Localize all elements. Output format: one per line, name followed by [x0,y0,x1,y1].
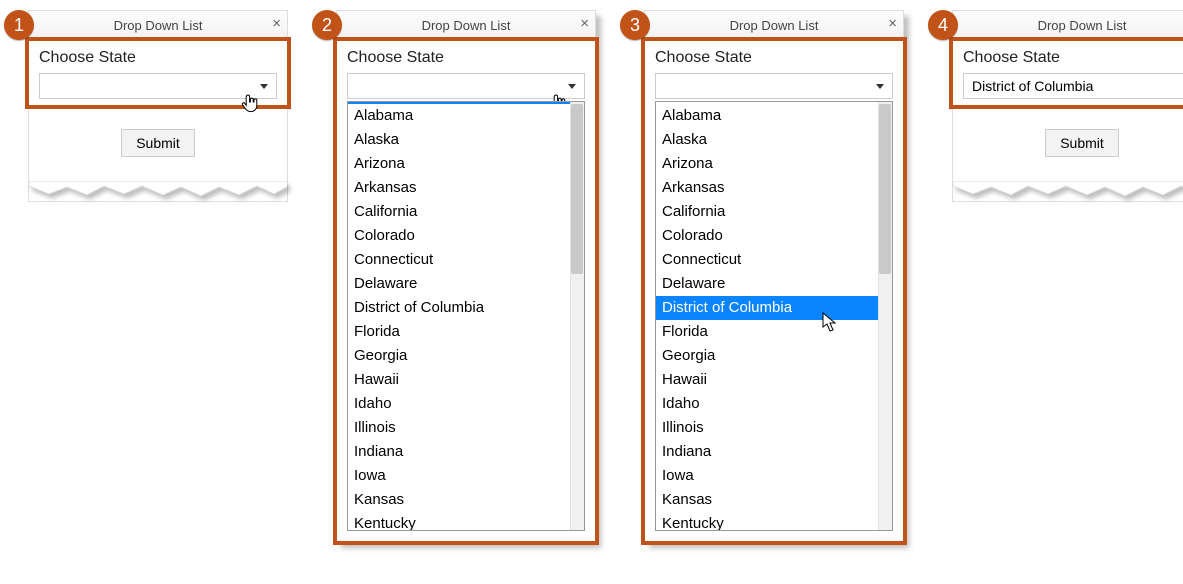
window-title: Drop Down List [1038,18,1127,33]
list-item[interactable]: Connecticut [656,248,892,272]
list-item[interactable]: Kansas [656,488,892,512]
panel-4: 4 Drop Down List × Choose State District… [934,10,1183,202]
list-item[interactable]: Idaho [656,392,892,416]
list-item[interactable]: Georgia [656,344,892,368]
state-dropdown[interactable] [347,73,585,99]
torn-edge [953,181,1183,201]
field-label: Choose State [39,49,277,67]
dropdown-listbox[interactable]: Alabama Alaska Arizona Arkansas Californ… [347,101,585,531]
list-item[interactable]: Illinois [348,416,584,440]
close-icon[interactable]: × [580,15,589,32]
dropdown-listbox[interactable]: Alabama Alaska Arizona Arkansas Californ… [655,101,893,531]
list-item[interactable]: California [348,200,584,224]
field-label: Choose State [347,49,585,67]
submit-button[interactable]: Submit [1045,129,1119,157]
list-item[interactable]: Idaho [348,392,584,416]
window: Drop Down List × Choose State Alabama Al… [644,10,904,542]
list-item[interactable]: Iowa [348,464,584,488]
list-item[interactable]: Arizona [348,152,584,176]
field-label: Choose State [655,49,893,67]
torn-edge [29,181,287,201]
panel-3: 3 Drop Down List × Choose State Alabama … [626,10,904,542]
list-item[interactable]: District of Columbia [348,296,584,320]
list-item[interactable]: Arkansas [656,176,892,200]
list-item[interactable]: Kentucky [656,512,892,531]
step-badge: 3 [620,10,650,40]
list-item[interactable]: Alaska [348,128,584,152]
scrollbar-track[interactable] [570,102,584,530]
state-dropdown[interactable] [39,73,277,99]
list-item[interactable]: Kentucky [348,512,584,531]
scrollbar-track[interactable] [878,102,892,530]
step-badge: 2 [312,10,342,40]
list-item[interactable]: Colorado [348,224,584,248]
field-label: Choose State [963,49,1183,67]
titlebar: Drop Down List × [29,11,287,41]
window: Drop Down List × Choose State Alabama Al… [336,10,596,542]
window-title: Drop Down List [422,18,511,33]
list-item[interactable]: California [656,200,892,224]
list-item[interactable]: Indiana [656,440,892,464]
list-item[interactable]: Colorado [656,224,892,248]
panel-1: 1 Drop Down List × Choose State Submit [10,10,288,202]
window-title: Drop Down List [114,18,203,33]
titlebar: Drop Down List × [337,11,595,41]
list-item[interactable]: Georgia [348,344,584,368]
state-dropdown[interactable]: District of Columbia [963,73,1183,99]
list-item[interactable]: Alabama [656,104,892,128]
window: Drop Down List × Choose State District o… [952,10,1183,202]
list-item[interactable]: Hawaii [348,368,584,392]
list-item[interactable]: Florida [348,320,584,344]
list-item[interactable]: District of Columbia [656,296,892,320]
list-item[interactable]: Delaware [656,272,892,296]
list-item[interactable]: Iowa [656,464,892,488]
window-title: Drop Down List [730,18,819,33]
list-item[interactable]: Kansas [348,488,584,512]
dropdown-value: District of Columbia [972,78,1093,94]
list-item[interactable]: Alaska [656,128,892,152]
list-item[interactable]: Alabama [348,104,584,128]
step-badge: 4 [928,10,958,40]
submit-button[interactable]: Submit [121,129,195,157]
titlebar: Drop Down List × [953,11,1183,41]
window: Drop Down List × Choose State Submit [28,10,288,202]
list-item[interactable]: Illinois [656,416,892,440]
scrollbar-thumb[interactable] [879,104,891,274]
list-item[interactable]: Indiana [348,440,584,464]
scrollbar-thumb[interactable] [571,104,583,274]
list-item[interactable]: Delaware [348,272,584,296]
list-item[interactable]: Arkansas [348,176,584,200]
list-item[interactable]: Hawaii [656,368,892,392]
list-item[interactable]: Arizona [656,152,892,176]
list-item[interactable]: Connecticut [348,248,584,272]
close-icon[interactable]: × [888,15,897,32]
list-item[interactable]: Florida [656,320,892,344]
step-badge: 1 [4,10,34,40]
panel-2: 2 Drop Down List × Choose State Alabama … [318,10,596,542]
close-icon[interactable]: × [272,15,281,32]
titlebar: Drop Down List × [645,11,903,41]
state-dropdown[interactable] [655,73,893,99]
